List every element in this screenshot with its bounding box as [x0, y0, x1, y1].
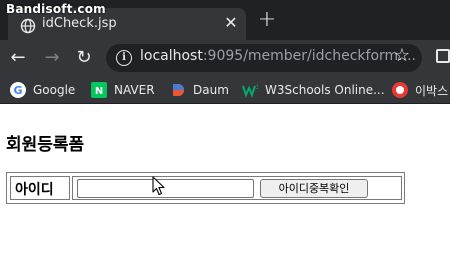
bookmark-label: 이박스 [415, 83, 449, 98]
reload-button[interactable]: ↻ [72, 46, 96, 70]
ebox-icon [392, 82, 408, 98]
bookmark-label: Google [33, 83, 76, 97]
id-duplicate-check-button[interactable]: 아이디중복확인 [260, 179, 368, 198]
toolbar: ← → ↻ i localhost:9095/member/idcheckfor… [0, 40, 450, 76]
svg-text:G: G [13, 84, 22, 97]
bookmark-google[interactable]: G Google [10, 81, 75, 99]
url-path: :9095/member/idcheckform.... [202, 48, 416, 64]
registration-table: 아이디 아이디중복확인 [6, 172, 405, 204]
tab-title: idCheck.jsp [42, 16, 117, 31]
bookmark-ebox[interactable]: 이박스 [392, 81, 448, 99]
star-icon[interactable]: ☆ [392, 46, 412, 66]
id-label: 아이디 [15, 182, 54, 198]
bookmark-label: NAVER [114, 83, 155, 97]
id-input-cell: 아이디중복확인 [72, 176, 402, 200]
w3schools-icon: 3 [242, 84, 258, 98]
google-icon: G [10, 82, 26, 98]
page-title: 회원등록폼 [6, 135, 85, 155]
tab-strip: Bandisoft.com idCheck.jsp ✕ + [0, 0, 450, 40]
page-content: 회원등록폼 아이디 아이디중복확인 [0, 104, 450, 273]
bookmark-label: Daum [193, 83, 229, 97]
bookmarks-bar: G Google N NAVER Daum 3 W3Schools Online… [0, 76, 450, 104]
watermark: Bandisoft.com [6, 2, 106, 16]
address-bar[interactable]: i localhost:9095/member/idcheckform.... [106, 44, 422, 72]
globe-icon [20, 18, 36, 34]
daum-icon [173, 84, 184, 96]
id-label-cell: 아이디 [10, 176, 70, 200]
new-tab-button[interactable]: + [256, 9, 278, 32]
url-text: localhost:9095/member/idcheckform.... [140, 48, 416, 64]
close-icon[interactable]: ✕ [222, 14, 240, 32]
forward-button[interactable]: → [40, 46, 64, 70]
back-button[interactable]: ← [6, 46, 30, 70]
bookmark-label: W3Schools Online... [265, 83, 385, 97]
naver-icon: N [91, 82, 107, 98]
bookmark-naver[interactable]: N NAVER [91, 81, 155, 99]
mouse-cursor-icon [152, 176, 165, 196]
svg-text:3: 3 [256, 84, 258, 91]
extensions-icon[interactable] [436, 49, 450, 63]
info-icon[interactable]: i [116, 50, 132, 66]
bookmark-w3schools[interactable]: 3 W3Schools Online... [242, 81, 385, 99]
url-host: localhost [140, 48, 203, 64]
bookmark-daum[interactable]: Daum [170, 81, 229, 99]
svg-text:N: N [95, 86, 103, 97]
